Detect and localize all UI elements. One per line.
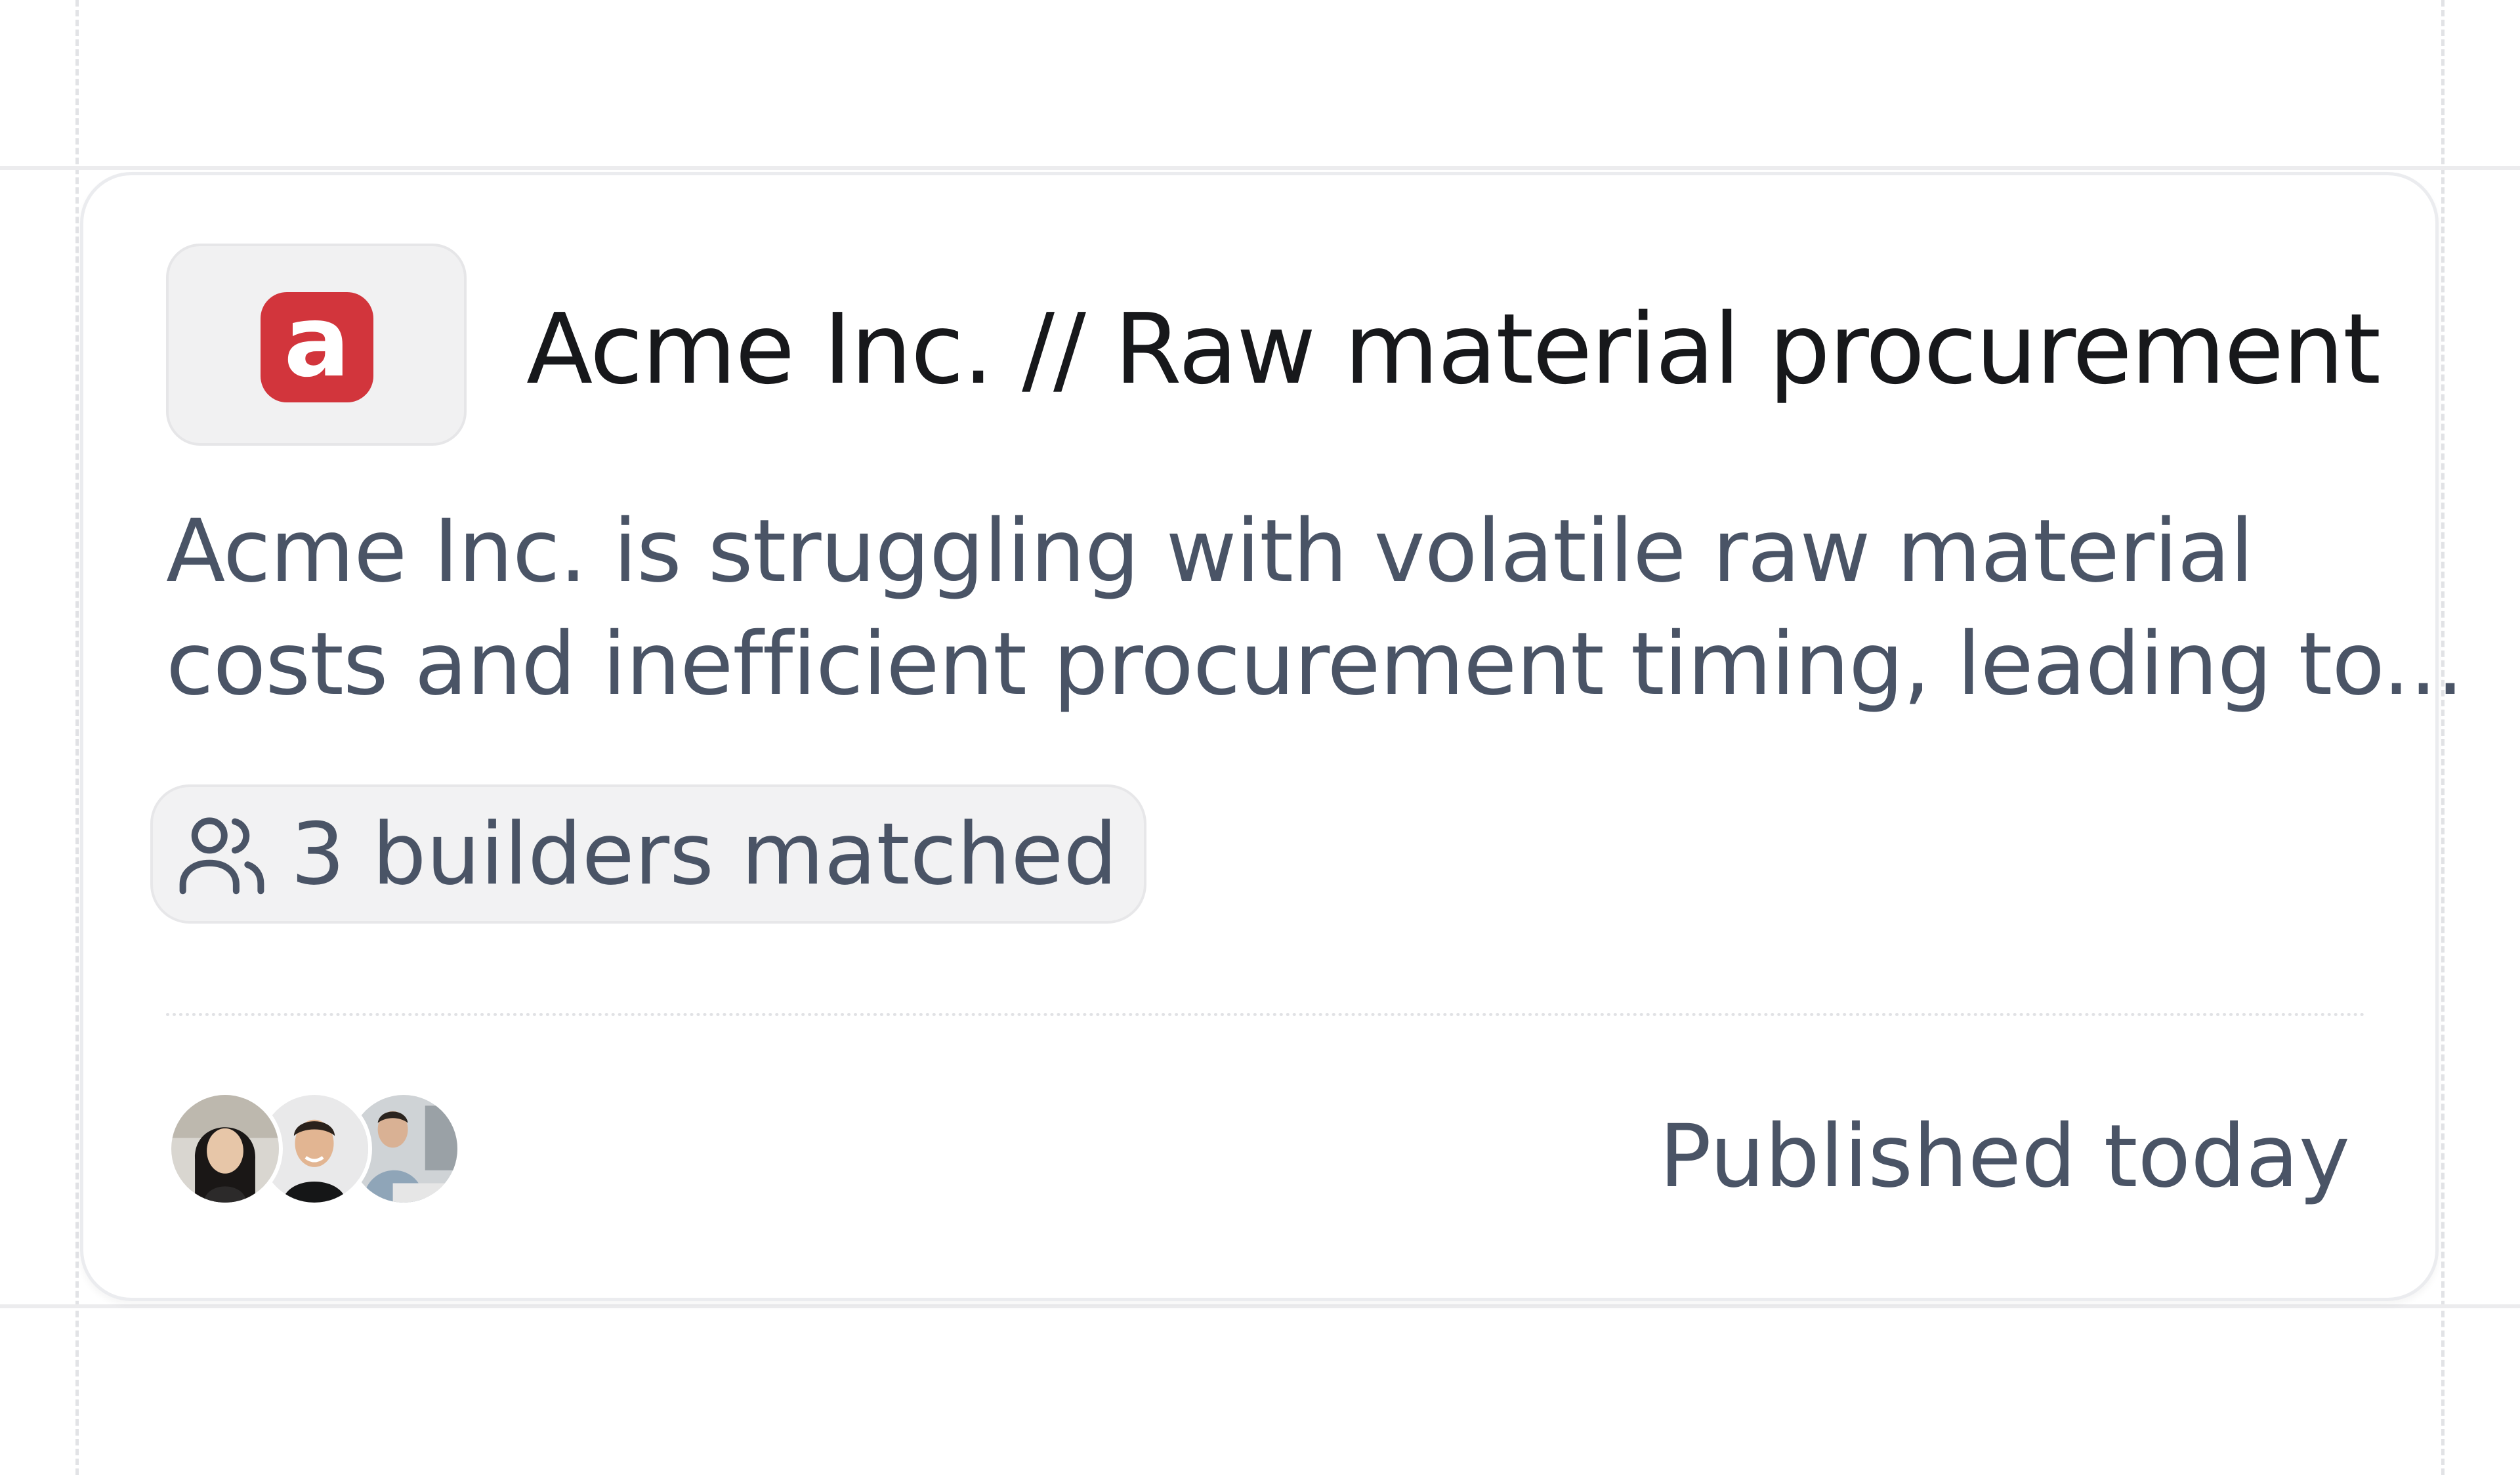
- top-rail: [0, 166, 2520, 170]
- project-card[interactable]: a Acme Inc. // Raw material procurement …: [80, 172, 2464, 1301]
- card-divider: [166, 1013, 2366, 1016]
- acme-logo-icon: a: [261, 292, 373, 402]
- right-guide-line: [2441, 0, 2445, 1475]
- card-title[interactable]: Acme Inc. // Raw material procurement: [526, 293, 2381, 405]
- builders-matched-badge: 3 builders matched: [150, 784, 1146, 924]
- card-description: Acme Inc. is struggling with volatile ra…: [166, 495, 2464, 721]
- logo-letter: a: [284, 285, 350, 399]
- avatar-stack[interactable]: [167, 1091, 469, 1209]
- canvas: a Acme Inc. // Raw material procurement …: [0, 0, 2520, 1475]
- users-icon: [179, 817, 264, 895]
- description-line-2: costs and inefficient procurement timing…: [166, 614, 2464, 715]
- avatar[interactable]: [167, 1091, 283, 1207]
- description-line-1: Acme Inc. is struggling with volatile ra…: [166, 501, 2254, 602]
- avatar-1-image: [171, 1095, 279, 1203]
- builders-matched-label: 3 builders matched: [291, 804, 1118, 904]
- bottom-rail: [0, 1304, 2520, 1308]
- left-guide-line: [75, 0, 79, 1475]
- published-date: Published today: [1659, 1106, 2350, 1207]
- company-logo-tile: a: [166, 244, 467, 446]
